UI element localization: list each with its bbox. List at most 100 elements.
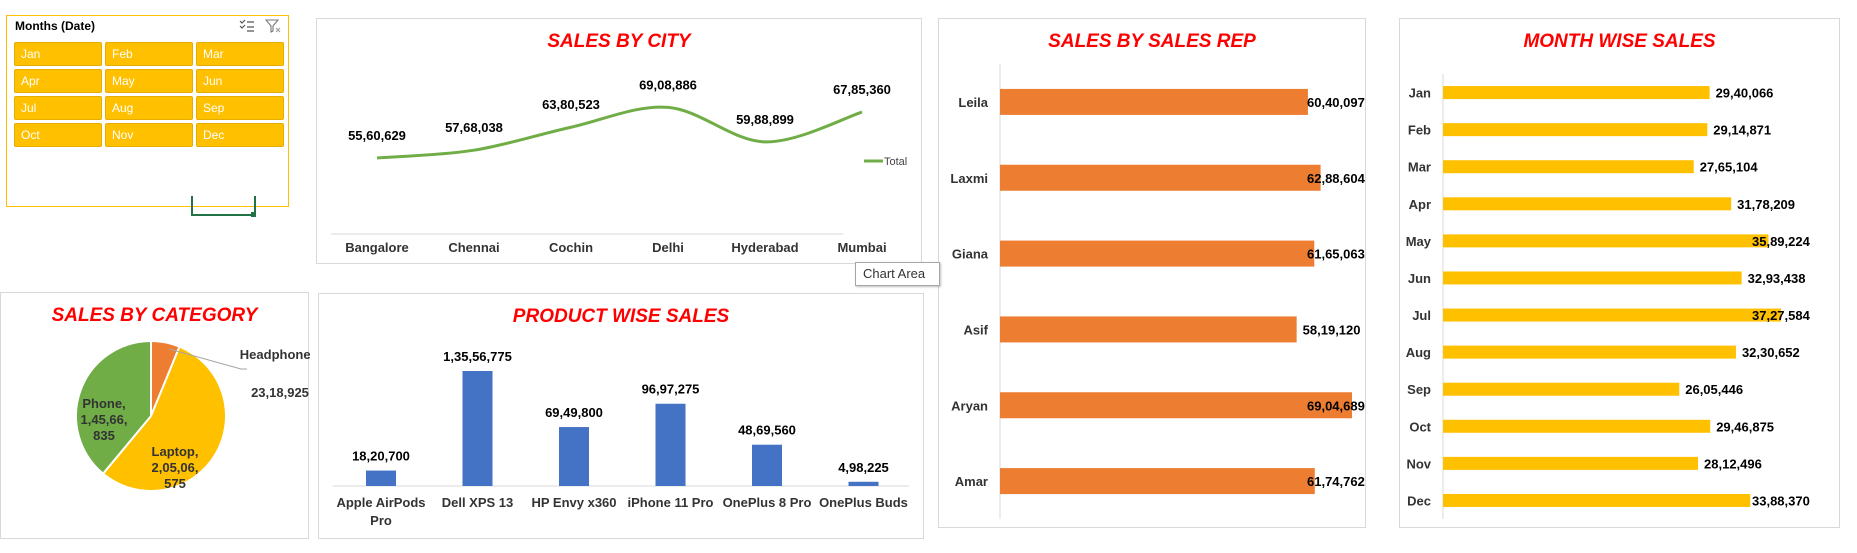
bar-sep [1443,382,1680,396]
y-tick-label: Nov [1406,456,1431,471]
x-tick-label: Hyderabad [731,240,798,255]
data-label: 60,40,097 [1307,95,1365,110]
sales-by-category-chart[interactable]: SALES BY CATEGORY Headphone, 23,18,925 Lap… [0,292,310,539]
slicer-month-aug[interactable]: Aug [105,96,193,120]
bar-product [559,427,589,486]
y-tick-label: Aryan [951,398,988,413]
data-label: 48,69,560 [738,423,796,438]
data-label: 32,30,652 [1742,345,1800,360]
chart-area-tooltip: Chart Area [855,262,940,286]
bar-product [752,444,782,486]
slicer-title: Months (Date) [15,19,95,33]
y-tick-label: Mar [1408,160,1431,175]
data-label: 62,88,604 [1307,171,1366,186]
bar-may [1443,234,1769,248]
x-tick-label: Dell XPS 13 [442,495,514,510]
city-line-plot: 55,60,629 Bangalore 57,68,038 Chennai 63,80,… [331,77,907,255]
bar-aryan [1000,392,1352,419]
category-pie-plot: Headphone,23,18,925Laptop, 2,05,06, 575Pho… [75,339,310,492]
data-label: 55,60,629 [348,128,406,143]
months-slicer: Months (Date) Jan Feb Mar Apr May Jun Jul Aug Se… [6,15,289,207]
sales-by-rep-chart[interactable]: SALES BY SALES REP Leila 60,40,097 Laxmi 62… [938,18,1366,528]
data-label: 58,19,120 [1303,322,1361,337]
data-label: 4,98,225 [838,460,889,475]
data-label: 67,85,360 [833,82,891,97]
y-tick-label: Oct [1409,419,1431,434]
y-tick-label: Leila [958,95,988,110]
data-label: 32,93,438 [1748,271,1806,286]
y-tick-label: Giana [952,247,989,262]
bar-product [655,403,686,486]
data-label: 29,46,875 [1716,419,1774,434]
x-tick-label: Pro [370,513,392,528]
bar-oct [1443,419,1711,433]
bar-jun [1443,271,1742,285]
slicer-month-dec[interactable]: Dec [196,123,284,147]
slicer-month-may[interactable]: May [105,69,193,93]
bar-asif [1000,316,1297,343]
slicer-month-oct[interactable]: Oct [14,123,102,147]
fill-handle[interactable] [251,212,256,217]
slicer-month-nov[interactable]: Nov [105,123,193,147]
data-label: 57,68,038 [445,120,503,135]
data-label: 61,74,762 [1307,474,1365,489]
data-label: 26,05,446 [1685,382,1743,397]
data-label: 35,89,224 [1752,234,1811,249]
clear-filter-icon[interactable] [264,18,281,34]
slicer-month-sep[interactable]: Sep [196,96,284,120]
bar-leila [1000,88,1308,115]
bar-product [462,371,493,486]
data-label: 69,08,886 [639,77,697,92]
bar-amar [1000,468,1315,495]
data-label: 69,49,800 [545,405,603,420]
bar-product [848,481,879,486]
bar-laxmi [1000,164,1321,191]
slicer-month-mar[interactable]: Mar [196,42,284,66]
bar-jan [1443,86,1710,100]
data-label: 29,40,066 [1716,86,1774,101]
x-tick-label: OnePlus Buds [819,495,908,510]
data-label: 61,65,063 [1307,247,1365,262]
y-tick-label: Jul [1412,308,1431,323]
bar-feb [1443,123,1708,137]
month-bar-plot: Jan 29,40,066 Feb 29,14,871 Mar 27,65,104 Apr 3… [1406,74,1811,519]
data-label: 69,04,689 [1307,398,1365,413]
multi-select-icon[interactable] [239,18,255,34]
slicer-month-jan[interactable]: Jan [14,42,102,66]
bar-giana [1000,240,1315,267]
data-label: 31,78,209 [1737,197,1795,212]
product-bar-plot: 18,20,700 Apple AirPods Pro 1,35,56,775 Dell… [333,349,909,528]
slicer-month-grid: Jan Feb Mar Apr May Jun Jul Aug Sep Oct Nov Dec [14,42,284,147]
y-tick-label: Dec [1407,493,1431,508]
slicer-month-jul[interactable]: Jul [14,96,102,120]
x-tick-label: HP Envy x360 [531,495,616,510]
slicer-month-feb[interactable]: Feb [105,42,193,66]
slicer-month-apr[interactable]: Apr [14,69,102,93]
x-tick-label: Delhi [652,240,684,255]
bar-jul [1443,308,1781,322]
bar-mar [1443,160,1694,174]
legend-label: Total [884,156,907,168]
data-label: 1,35,56,775 [443,349,512,364]
slicer-month-jun[interactable]: Jun [196,69,284,93]
data-label: 27,65,104 [1700,160,1759,175]
x-tick-label: OnePlus 8 Pro [723,495,812,510]
bar-nov [1443,456,1699,470]
x-tick-label: Chennai [448,240,499,255]
product-wise-sales-chart[interactable]: PRODUCT WISE SALES 18,20,700 Apple AirPod… [318,293,924,539]
bar-product [366,470,396,486]
rep-bar-plot: Leila 60,40,097 Laxmi 62,88,604 Giana 61,65,0… [950,64,1366,519]
sales-by-city-chart[interactable]: SALES BY CITY 55,60,629 Bangalore 57,68,03… [316,18,922,264]
bar-aug [1443,345,1736,359]
data-label: 59,88,899 [736,112,794,127]
data-label-headphone-part: Headphone, [240,347,310,362]
data-label: 28,12,496 [1704,456,1762,471]
y-tick-label: Jan [1409,86,1431,101]
y-tick-label: Amar [955,474,988,489]
data-label-headphone-value: 23,18,925 [251,385,309,400]
bar-dec [1443,493,1751,507]
x-tick-label: Cochin [549,240,593,255]
y-tick-label: Feb [1408,123,1431,138]
month-wise-sales-chart[interactable]: MONTH WISE SALES Jan 29,40,066 Feb 29,14,87… [1399,18,1840,528]
data-label: 63,80,523 [542,97,600,112]
